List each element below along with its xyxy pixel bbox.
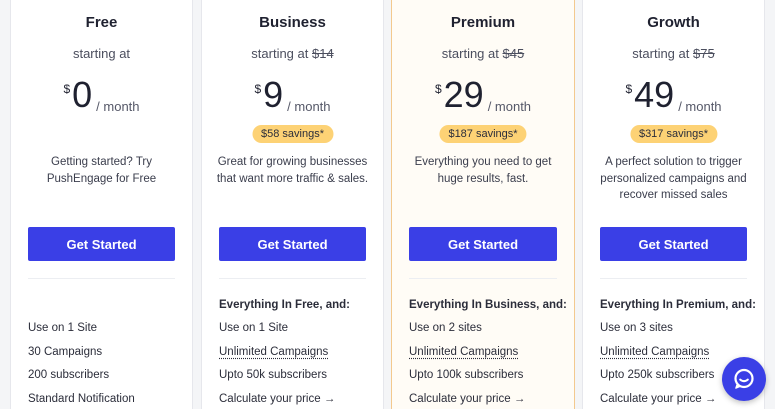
- feature-item: Upto 50k subscribers: [219, 369, 328, 381]
- currency-symbol: $: [254, 82, 262, 96]
- feature-item: Upto 100k subscribers: [409, 369, 524, 381]
- features-heading: Everything In Premium, and:: [600, 299, 756, 311]
- plan-card-free: Free starting at $ 0 / month Getting sta…: [10, 0, 193, 409]
- plan-description: Everything you need to get huge results,…: [414, 156, 552, 185]
- plan-card-growth: Growth starting at $75 $ 49 / month $317…: [582, 0, 765, 409]
- starting-at-label: starting at $14: [251, 46, 334, 61]
- price-period: / month: [287, 99, 331, 114]
- feature-item-link[interactable]: Unlimited Campaigns: [219, 345, 375, 369]
- divider: [28, 278, 175, 279]
- features-heading: Everything In Free, and:: [219, 299, 350, 311]
- chat-bubble-icon: [734, 368, 754, 389]
- plan-name: Premium: [450, 14, 516, 31]
- currency-symbol: $: [63, 82, 71, 96]
- feature-item: Use on 1 Site: [219, 322, 289, 334]
- starting-at-label: starting at $75: [632, 46, 715, 61]
- plan-description: Great for growing businesses that want m…: [216, 156, 369, 185]
- feature-item: 30 Campaigns: [28, 345, 103, 358]
- plan-price: $ 0 / month: [11, 74, 192, 115]
- calculate-price-link[interactable]: Calculate your price →: [409, 392, 566, 409]
- feature-item: Use on 1 Site: [28, 322, 98, 334]
- currency-symbol: $: [625, 82, 633, 96]
- starting-at-label: starting at $45: [441, 46, 525, 61]
- feature-list: Use on 1 Site 30 Campaigns 200 subscribe…: [28, 321, 184, 409]
- savings-badge: $187 savings*: [439, 125, 527, 143]
- price-amount: 29: [443, 74, 484, 115]
- plan-card-business: Business starting at $14 $ 9 / month $58…: [201, 0, 384, 409]
- calculate-price-link[interactable]: Calculate your price →: [219, 392, 375, 409]
- savings-badge: $317 savings*: [629, 125, 718, 143]
- get-started-button-free[interactable]: Get Started: [28, 227, 175, 261]
- price-period: / month: [96, 99, 140, 114]
- get-started-button-premium[interactable]: Get Started: [409, 227, 557, 261]
- plan-description: Getting started? Try PushEngage for Free: [46, 156, 157, 185]
- get-started-button-growth[interactable]: Get Started: [600, 227, 747, 261]
- old-price: $45: [502, 46, 525, 61]
- feature-item: 200 subscribers: [28, 369, 110, 381]
- feature-item: Use on 2 sites: [409, 322, 482, 334]
- price-period: / month: [487, 99, 532, 114]
- price-amount: 49: [634, 74, 675, 115]
- feature-list: Use on 1 Site Unlimited Campaigns Upto 5…: [219, 321, 375, 409]
- feature-list: Use on 2 sites Unlimited Campaigns Upto …: [409, 321, 566, 409]
- currency-symbol: $: [434, 82, 442, 96]
- savings-badge: $58 savings*: [252, 125, 333, 143]
- plan-description: A perfect solution to trigger personaliz…: [600, 156, 747, 201]
- starting-at-label: starting at: [72, 46, 131, 61]
- get-started-button-business[interactable]: Get Started: [219, 227, 366, 261]
- divider: [600, 278, 747, 279]
- old-price: $75: [693, 46, 715, 61]
- divider: [409, 278, 557, 279]
- plan-name: Growth: [647, 14, 700, 31]
- feature-item: Standard Notification: [28, 392, 135, 405]
- feature-item: Use on 3 sites: [600, 322, 673, 334]
- price-period: / month: [678, 99, 722, 114]
- plan-name: Free: [85, 14, 118, 31]
- old-price: $14: [312, 46, 334, 61]
- plan-card-premium: Premium starting at $45 $ 29 / month $18…: [391, 0, 575, 409]
- price-amount: 9: [263, 74, 284, 115]
- plan-price: $ 29 / month: [392, 74, 574, 115]
- plan-price: $ 49 / month: [583, 74, 764, 115]
- chat-button[interactable]: [722, 357, 766, 401]
- features-heading: Everything In Business, and:: [409, 299, 567, 311]
- divider: [219, 278, 366, 279]
- plan-price: $ 9 / month: [202, 74, 383, 115]
- pricing-plans: Free starting at $ 0 / month Getting sta…: [10, 0, 775, 409]
- price-amount: 0: [72, 74, 93, 115]
- plan-name: Business: [259, 14, 326, 31]
- feature-item-link[interactable]: Unlimited Campaigns: [409, 345, 566, 369]
